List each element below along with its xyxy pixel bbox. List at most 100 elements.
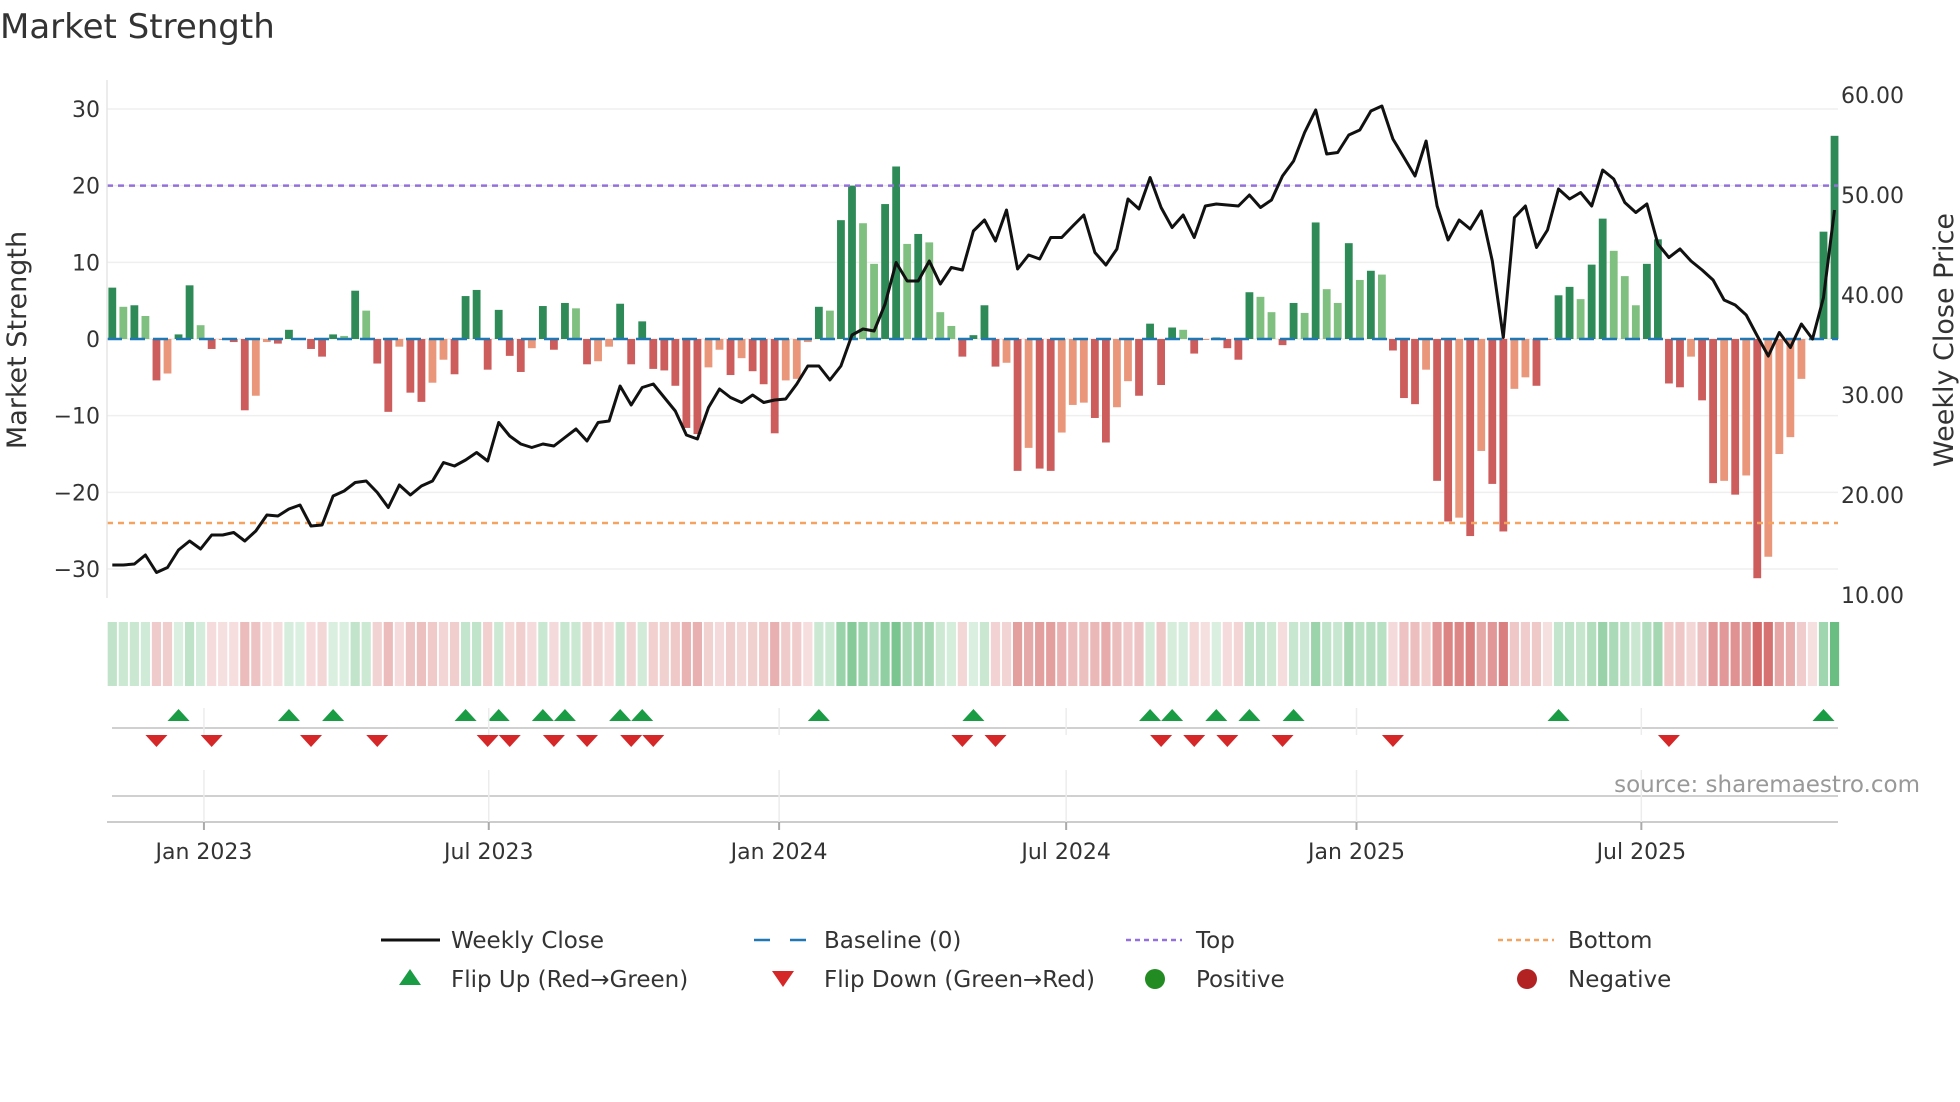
strength-bar (1521, 339, 1530, 378)
y2-tick-label: 50.00 (1841, 184, 1904, 209)
heatmap-cell (1167, 622, 1177, 686)
heatmap-cell (1542, 622, 1553, 686)
heatmap-cell (968, 622, 979, 686)
legend-label: Bottom (1568, 928, 1652, 954)
heatmap-cell (560, 622, 570, 686)
flip-down-marker (951, 735, 974, 747)
heatmap-cell (1101, 622, 1111, 686)
strength-bar (1631, 305, 1640, 339)
heatmap-cell (494, 622, 504, 686)
heatmap-cell (1068, 622, 1078, 686)
strength-bar (991, 339, 1000, 367)
strength-bar (1532, 339, 1541, 386)
strength-bar (1267, 312, 1276, 339)
heatmap-cell (1498, 622, 1508, 686)
heatmap-cell (681, 622, 691, 686)
flip-up-marker (1812, 709, 1835, 721)
heatmap-cell (372, 622, 382, 686)
heatmap-cell (1509, 622, 1519, 686)
strength-bar (704, 339, 713, 368)
heatmap-cell (460, 622, 471, 686)
heatmap-cell (659, 622, 669, 686)
heatmap-cell (1200, 622, 1210, 686)
heatmap-cell (759, 622, 769, 686)
strength-bar (792, 339, 801, 379)
heatmap-cell (1244, 622, 1255, 686)
flip-down-marker (366, 735, 389, 747)
strength-bar (1422, 339, 1430, 370)
heatmap-cell (825, 622, 835, 686)
heatmap-cell (1288, 622, 1299, 686)
flip-up-marker (1238, 709, 1261, 721)
strength-bar (1311, 222, 1320, 339)
legend-label: Negative (1568, 967, 1671, 993)
heatmap-cell (880, 622, 890, 686)
flip-up-marker (807, 709, 830, 721)
triangle-up-icon (399, 969, 421, 985)
strength-bar (185, 285, 194, 339)
heatmap-cell (1598, 622, 1608, 686)
heatmap-cell (1035, 622, 1045, 686)
heatmap-cell (350, 622, 360, 686)
strength-bar (1157, 339, 1165, 386)
strength-bar (737, 339, 746, 359)
heatmap-cell (1211, 622, 1221, 686)
heatmap-cell (1752, 622, 1762, 686)
y-tick-label: 30 (72, 98, 100, 123)
legend-label: Positive (1196, 967, 1285, 993)
strength-bar (914, 233, 923, 339)
strength-bar (1797, 339, 1806, 379)
heatmap-cell (383, 622, 393, 686)
heatmap-cell (1796, 622, 1807, 686)
heatmap-cell (240, 622, 250, 686)
heatmap-cell (1741, 622, 1751, 686)
strength-bar (748, 339, 757, 372)
heatmap-cell (1631, 622, 1641, 686)
heatmap-cell (1178, 622, 1188, 686)
heatmap-cell (505, 622, 515, 686)
flip-down-marker (498, 735, 521, 747)
heatmap-cell (1564, 622, 1575, 686)
strength-bar (1576, 299, 1585, 339)
legend-label: Top (1195, 928, 1235, 954)
strength-bar (1786, 339, 1795, 438)
heatmap-cell (251, 622, 261, 686)
heatmap-cell (913, 622, 923, 686)
flip-up-marker (531, 709, 554, 721)
heatmap-cell (869, 622, 879, 686)
strength-bar (1775, 339, 1784, 455)
heatmap-cell (637, 622, 647, 686)
strength-bar (1113, 339, 1121, 408)
strength-bar (1223, 339, 1232, 349)
heatmap-cell (1520, 622, 1531, 686)
strength-bar (605, 339, 613, 347)
flip-up-marker (553, 709, 576, 721)
strength-bar (1731, 339, 1740, 495)
strength-bar (505, 339, 514, 356)
flip-down-marker (1150, 735, 1173, 747)
strength-bar (826, 310, 834, 339)
heatmap-cell (957, 622, 967, 686)
heatmap-cell (317, 622, 327, 686)
strength-bar (384, 339, 393, 412)
heatmap-cell (184, 622, 195, 686)
heatmap-cell (129, 622, 139, 686)
strength-bar (925, 242, 934, 339)
heatmap-cell (1708, 622, 1718, 686)
heatmap-cell (703, 622, 714, 686)
flip-down-marker (542, 735, 565, 747)
strength-bar (1190, 339, 1199, 354)
strength-bar (362, 310, 371, 339)
market-strength-chart: Market Strength 30 20 10 0 −10 −20 −30 60.00 50.… (0, 7, 1960, 993)
flip-down-marker (1183, 735, 1206, 747)
heatmap-cell (648, 622, 658, 686)
heatmap-cell (151, 622, 162, 686)
heatmap-cell (1653, 622, 1663, 686)
heatmap-cell (1079, 622, 1089, 686)
y-tick-label: 10 (72, 251, 100, 276)
heatmap-cell (1333, 622, 1343, 686)
heatmap-cell (1807, 622, 1818, 686)
heatmap-cell (1366, 622, 1376, 686)
heatmap-cell (449, 622, 460, 686)
strength-bar (1499, 339, 1508, 532)
